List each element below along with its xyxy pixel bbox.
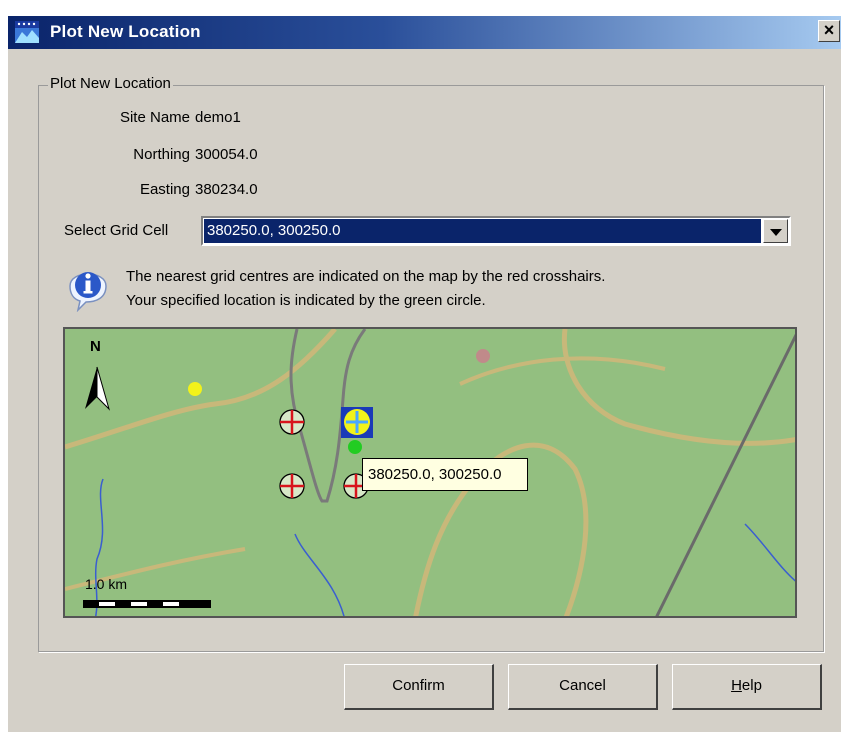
info-line-2: Your specified location is indicated by … <box>126 292 486 309</box>
grid-cell-select[interactable]: 380250.0, 300250.0 <box>201 216 791 246</box>
easting-value: 380234.0 <box>195 181 258 198</box>
site-name-value: demo1 <box>195 109 241 126</box>
location-marker <box>348 440 362 454</box>
grid-cell-label: Select Grid Cell <box>64 222 169 239</box>
window-title: Plot New Location <box>50 22 201 41</box>
north-label: N <box>90 338 101 355</box>
map-app-icon <box>15 21 39 43</box>
scale-bar <box>83 600 211 608</box>
confirm-button[interactable]: Confirm <box>344 664 494 710</box>
north-arrow-icon <box>85 366 111 411</box>
crosshair-icon[interactable] <box>279 409 305 435</box>
poi-marker <box>476 349 490 363</box>
map-tooltip: 380250.0, 300250.0 <box>362 458 528 491</box>
poi-marker <box>188 382 202 396</box>
road <box>561 329 795 446</box>
river <box>294 533 345 616</box>
scale-label: 1.0 km <box>85 576 128 592</box>
grid-cell-selected-value: 380250.0, 300250.0 <box>204 219 761 243</box>
selected-crosshair-icon[interactable] <box>341 407 373 438</box>
info-line-1: The nearest grid centres are indicated o… <box>126 268 606 285</box>
northing-label: Northing <box>133 146 190 163</box>
site-name-label: Site Name <box>119 109 190 126</box>
title-bar[interactable]: Plot New Location × <box>8 16 841 49</box>
chevron-down-icon[interactable] <box>763 219 788 243</box>
dialog-window: Plot New Location × Plot New Location Si… <box>8 16 841 732</box>
help-label-rest: elp <box>741 677 762 694</box>
road <box>459 356 666 386</box>
close-button[interactable]: × <box>818 20 840 42</box>
river <box>744 523 795 582</box>
help-mnemonic: H <box>731 677 742 694</box>
info-icon <box>69 272 107 312</box>
cancel-button[interactable]: Cancel <box>508 664 658 710</box>
location-map[interactable]: N 1.0 km 380250.0, 300250.0 <box>63 327 797 618</box>
crosshair-icon[interactable] <box>279 473 305 499</box>
help-button[interactable]: Help <box>672 664 822 710</box>
river <box>94 478 104 616</box>
group-legend: Plot New Location <box>48 75 173 92</box>
easting-label: Easting <box>139 181 190 198</box>
railway-line <box>655 333 795 616</box>
northing-value: 300054.0 <box>195 146 258 163</box>
